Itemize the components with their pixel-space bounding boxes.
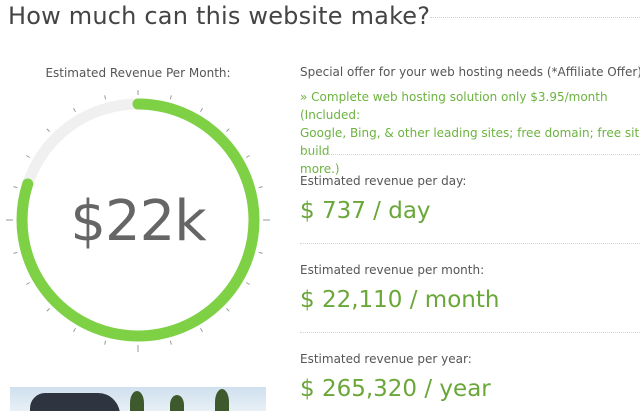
offer-link-line: » Complete web hosting solution only $3.… (300, 90, 608, 122)
gauge-tick (13, 251, 18, 254)
section-divider (300, 332, 640, 333)
gauge-tick (104, 340, 107, 345)
gauge-tick (258, 251, 263, 254)
palm-tree-shape (215, 389, 229, 411)
gauge-tick (46, 308, 50, 312)
offer-heading: Special offer for your web hosting needs… (300, 65, 640, 79)
yearly-revenue-value: $ 265,320 / year (300, 376, 491, 402)
daily-revenue-label: Estimated revenue per day: (300, 174, 467, 188)
gauge-tick (246, 282, 250, 285)
section-divider (300, 154, 640, 155)
yearly-revenue-label: Estimated revenue per year: (300, 352, 472, 366)
gauge-tick (13, 186, 18, 189)
gauge-tick (46, 128, 50, 132)
gauge-tick (226, 308, 230, 312)
gauge-label: Estimated Revenue Per Month: (45, 66, 231, 80)
car-image-shape (30, 393, 120, 411)
palm-tree-shape (130, 391, 144, 411)
gauge-tick (169, 95, 172, 100)
gauge-tick (73, 108, 76, 112)
revenue-details-panel: Special offer for your web hosting needs… (300, 0, 640, 411)
website-screenshot-image (10, 387, 266, 411)
section-divider (300, 243, 640, 244)
palm-tree-shape (170, 395, 184, 411)
gauge-tick (258, 186, 263, 189)
revenue-gauge: $22k (6, 90, 270, 352)
gauge-tick (200, 108, 203, 112)
gauge-tick (200, 328, 203, 332)
gauge-tick (169, 340, 172, 345)
gauge-value: $22k (70, 189, 207, 254)
hosting-offer-link[interactable]: » Complete web hosting solution only $3.… (300, 88, 640, 178)
gauge-tick (246, 155, 250, 158)
revenue-gauge-panel: Estimated Revenue Per Month: $22k (0, 0, 280, 411)
gauge-tick (26, 282, 30, 285)
gauge-tick (226, 128, 230, 132)
monthly-revenue-label: Estimated revenue per month: (300, 263, 485, 277)
gauge-tick (26, 155, 30, 158)
gauge-tick (73, 328, 76, 332)
gauge-tick (104, 95, 107, 100)
daily-revenue-value: $ 737 / day (300, 198, 431, 224)
monthly-revenue-value: $ 22,110 / month (300, 287, 500, 313)
